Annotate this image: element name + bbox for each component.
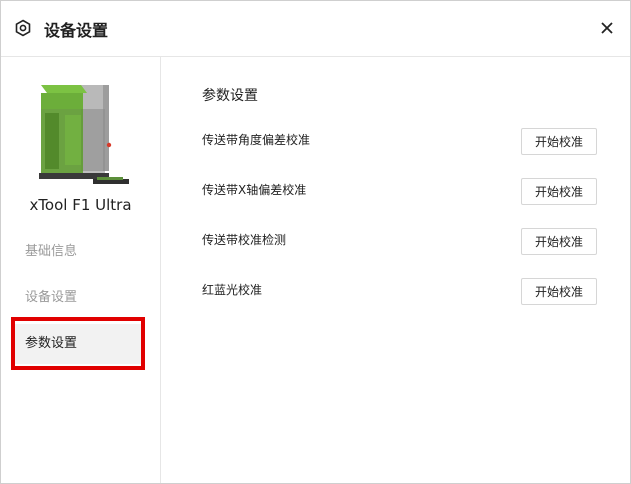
device-name: xTool F1 Ultra	[29, 196, 132, 214]
device-settings-dialog: 设备设置 xTool F1 Ultra 基础信息 设备设置 参数设置 参数设置 …	[0, 0, 631, 484]
settings-hexagon-icon	[15, 19, 31, 37]
start-calibration-belt-x-axis-button[interactable]: 开始校准	[521, 178, 597, 205]
main-content: 参数设置 传送带角度偏差校准 开始校准 传送带X轴偏差校准 开始校准 传送带校准…	[161, 57, 630, 483]
close-icon[interactable]	[596, 17, 618, 39]
nav-item-device-settings[interactable]: 设备设置	[13, 278, 141, 318]
sidebar: xTool F1 Ultra 基础信息 设备设置 参数设置	[1, 57, 161, 483]
row-label-belt-x-axis: 传送带X轴偏差校准	[202, 183, 307, 197]
start-calibration-red-blue-light-button[interactable]: 开始校准	[521, 278, 597, 305]
nav-item-parameter-settings[interactable]: 参数设置	[13, 324, 141, 364]
row-label-belt-angle: 传送带角度偏差校准	[202, 133, 311, 147]
dialog-title: 设备设置	[44, 21, 109, 40]
nav-item-basic-info[interactable]: 基础信息	[13, 232, 141, 272]
start-calibration-belt-detection-button[interactable]: 开始校准	[521, 228, 597, 255]
row-label-belt-detection: 传送带校准检测	[202, 233, 287, 247]
title-bar: 设备设置	[1, 1, 630, 57]
laser-machine-image	[39, 85, 129, 184]
section-title: 参数设置	[202, 88, 258, 104]
start-calibration-belt-angle-button[interactable]: 开始校准	[521, 128, 597, 155]
row-label-red-blue-light: 红蓝光校准	[202, 283, 263, 297]
